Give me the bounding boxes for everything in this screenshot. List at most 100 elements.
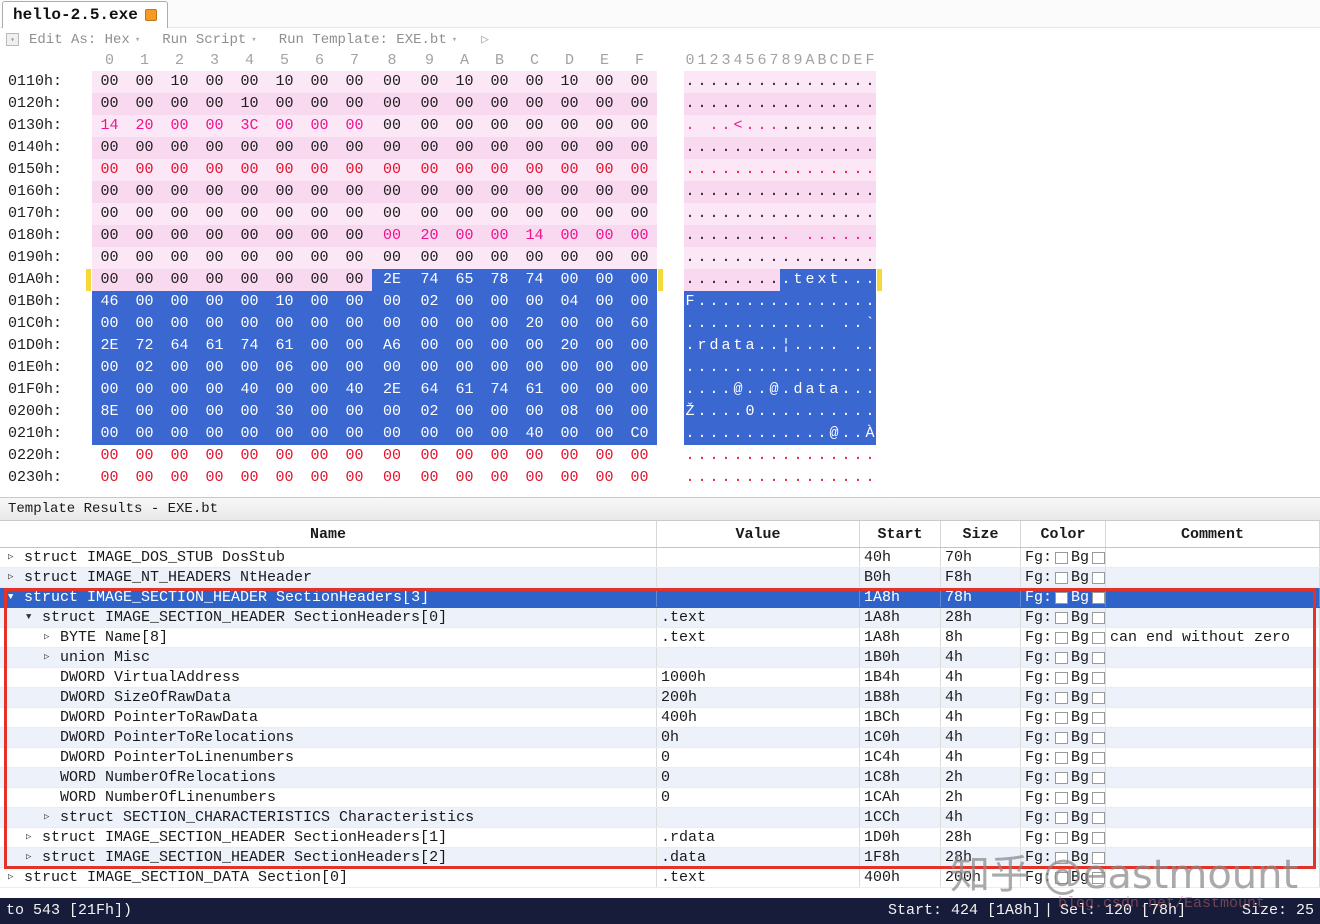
ascii-char[interactable]: . [780, 269, 792, 291]
hex-byte[interactable]: 00 [587, 71, 622, 93]
hex-byte[interactable]: 00 [302, 203, 337, 225]
hex-byte[interactable]: 10 [447, 71, 482, 93]
file-tab[interactable]: hello-2.5.exe [2, 1, 168, 28]
ascii-char[interactable]: . [816, 401, 828, 423]
hex-byte[interactable]: 00 [162, 247, 197, 269]
hex-byte[interactable]: 00 [412, 313, 447, 335]
template-row[interactable]: DWORD PointerToLinenumbers 0 1C4h 4h Fg: Bg [0, 748, 1320, 768]
ascii-char[interactable]: . [708, 203, 720, 225]
hex-byte[interactable]: 00 [162, 181, 197, 203]
ascii-char[interactable]: . [816, 445, 828, 467]
ascii-char[interactable]: . [720, 445, 732, 467]
ascii-char[interactable]: . [852, 203, 864, 225]
ascii-char[interactable]: . [696, 401, 708, 423]
hex-byte[interactable]: 00 [127, 269, 162, 291]
hex-byte[interactable]: 10 [267, 71, 302, 93]
fg-color-swatch[interactable] [1055, 871, 1069, 884]
ascii-char[interactable]: . [720, 203, 732, 225]
ascii-char[interactable]: . [756, 225, 768, 247]
fg-color-swatch[interactable] [1055, 711, 1069, 724]
ascii-char[interactable]: . [852, 159, 864, 181]
fg-color-swatch[interactable] [1055, 811, 1069, 824]
ascii-char[interactable]: . [816, 93, 828, 115]
hex-byte[interactable]: 00 [482, 445, 517, 467]
ascii-char[interactable]: . [804, 445, 816, 467]
ascii-char[interactable]: . [828, 225, 840, 247]
template-row[interactable]: DWORD VirtualAddress 1000h 1B4h 4h Fg: Bg [0, 668, 1320, 688]
hex-byte[interactable]: 00 [232, 401, 267, 423]
expand-arrow-icon[interactable]: ▷ [44, 648, 60, 667]
hex-byte[interactable]: 00 [302, 357, 337, 379]
ascii-char[interactable]: . [852, 335, 864, 357]
hex-byte[interactable]: 00 [162, 269, 197, 291]
hex-byte[interactable]: 00 [412, 115, 447, 137]
hex-byte[interactable]: 00 [482, 225, 517, 247]
collapse-arrow-icon[interactable]: ▼ [8, 588, 24, 607]
expand-arrow-icon[interactable]: ▷ [44, 808, 60, 827]
ascii-char[interactable]: . [792, 291, 804, 313]
template-row[interactable]: ▼ struct IMAGE_SECTION_HEADER SectionHead… [0, 588, 1320, 608]
hex-byte[interactable]: 64 [162, 335, 197, 357]
ascii-char[interactable]: . [804, 71, 816, 93]
hex-byte[interactable]: 00 [372, 115, 412, 137]
hex-byte[interactable]: 00 [92, 357, 127, 379]
hex-byte[interactable]: 00 [162, 467, 197, 489]
ascii-char[interactable]: . [804, 203, 816, 225]
ascii-char[interactable]: . [828, 203, 840, 225]
ascii-char[interactable]: . [708, 115, 720, 137]
hex-byte[interactable]: 10 [552, 71, 587, 93]
hex-byte[interactable]: 00 [162, 115, 197, 137]
ascii-char[interactable]: . [744, 71, 756, 93]
hex-byte[interactable]: 00 [302, 115, 337, 137]
hex-byte[interactable]: 00 [162, 313, 197, 335]
hex-byte[interactable]: 00 [337, 93, 372, 115]
template-row[interactable]: ▼ struct IMAGE_SECTION_HEADER SectionHead… [0, 608, 1320, 628]
hex-byte[interactable]: 00 [162, 423, 197, 445]
ascii-char[interactable]: . [852, 379, 864, 401]
hex-byte[interactable]: 00 [412, 181, 447, 203]
hex-byte[interactable]: 40 [517, 423, 552, 445]
hex-byte[interactable]: 00 [267, 379, 302, 401]
hex-byte[interactable]: 00 [622, 159, 657, 181]
ascii-char[interactable]: . [696, 247, 708, 269]
ascii-char[interactable]: . [720, 379, 732, 401]
hex-byte[interactable]: 00 [412, 203, 447, 225]
ascii-char[interactable]: . [828, 93, 840, 115]
ascii-char[interactable]: . [744, 137, 756, 159]
hex-byte[interactable]: 00 [552, 137, 587, 159]
ascii-char[interactable] [828, 313, 840, 335]
bg-color-swatch[interactable] [1092, 651, 1105, 664]
hex-byte[interactable]: 30 [267, 401, 302, 423]
ascii-char[interactable]: . [696, 159, 708, 181]
hex-byte[interactable]: 00 [232, 137, 267, 159]
ascii-char[interactable]: . [732, 71, 744, 93]
ascii-char[interactable]: . [792, 445, 804, 467]
fg-color-swatch[interactable] [1055, 851, 1069, 864]
hex-byte[interactable]: 00 [337, 181, 372, 203]
hex-byte[interactable]: 00 [372, 181, 412, 203]
ascii-char[interactable]: . [864, 379, 876, 401]
ascii-char[interactable]: . [780, 181, 792, 203]
ascii-char[interactable]: . [816, 203, 828, 225]
hex-byte[interactable]: 00 [552, 247, 587, 269]
ascii-char[interactable]: . [684, 203, 696, 225]
bg-color-swatch[interactable] [1092, 851, 1105, 864]
ascii-char[interactable]: a [720, 335, 732, 357]
hex-byte[interactable]: 00 [447, 313, 482, 335]
fg-color-swatch[interactable] [1055, 771, 1069, 784]
ascii-char[interactable]: . [852, 115, 864, 137]
hex-byte[interactable]: 00 [232, 423, 267, 445]
ascii-char[interactable]: . [696, 225, 708, 247]
hex-byte[interactable]: 00 [587, 137, 622, 159]
ascii-char[interactable]: . [792, 203, 804, 225]
ascii-char[interactable]: . [792, 159, 804, 181]
fg-color-swatch[interactable] [1055, 571, 1069, 584]
hex-byte[interactable]: 00 [622, 71, 657, 93]
ascii-char[interactable]: . [816, 357, 828, 379]
ascii-char[interactable]: . [864, 357, 876, 379]
ascii-char[interactable]: . [732, 357, 744, 379]
ascii-char[interactable]: . [708, 225, 720, 247]
ascii-char[interactable]: . [780, 401, 792, 423]
ascii-char[interactable]: . [684, 115, 696, 137]
ascii-char[interactable]: . [768, 137, 780, 159]
